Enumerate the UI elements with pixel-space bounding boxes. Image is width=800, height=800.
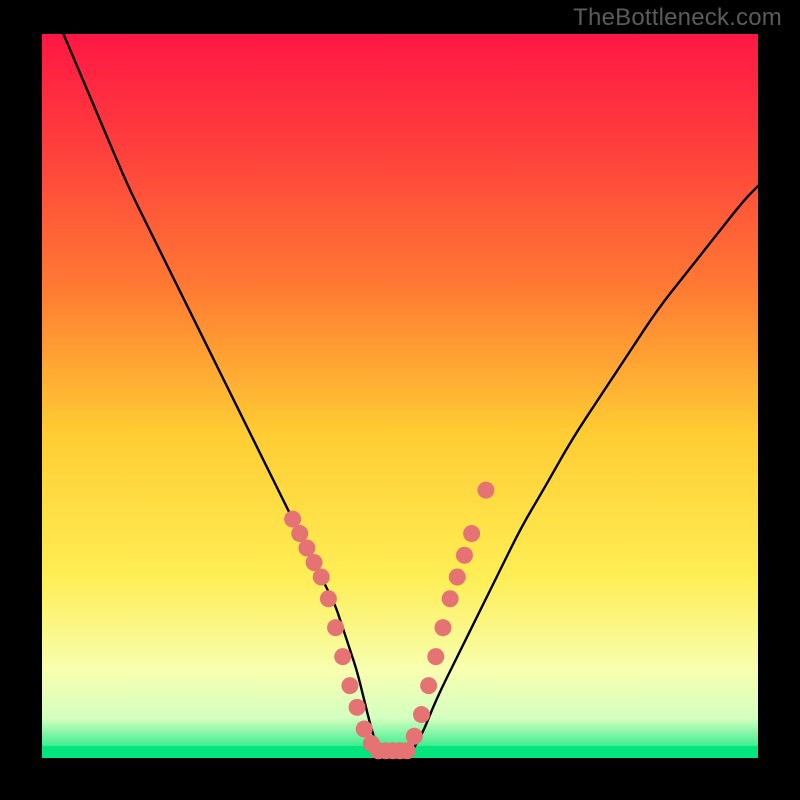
data-marker (291, 525, 308, 542)
data-marker (320, 590, 337, 607)
data-marker (399, 742, 416, 759)
data-marker (349, 699, 366, 716)
data-marker (298, 540, 315, 557)
data-marker (477, 482, 494, 499)
data-marker (306, 554, 323, 571)
data-marker (284, 511, 301, 528)
plot-background (42, 34, 758, 758)
chart-frame: TheBottleneck.com (0, 0, 800, 800)
data-marker (327, 619, 344, 636)
data-marker (313, 569, 330, 586)
data-marker (406, 728, 423, 745)
data-marker (463, 525, 480, 542)
chart-canvas (0, 0, 800, 800)
data-marker (420, 677, 437, 694)
data-marker (356, 721, 373, 738)
data-marker (449, 569, 466, 586)
data-marker (413, 706, 430, 723)
data-marker (442, 590, 459, 607)
data-marker (341, 677, 358, 694)
data-marker (427, 648, 444, 665)
data-marker (334, 648, 351, 665)
data-marker (456, 547, 473, 564)
data-marker (434, 619, 451, 636)
